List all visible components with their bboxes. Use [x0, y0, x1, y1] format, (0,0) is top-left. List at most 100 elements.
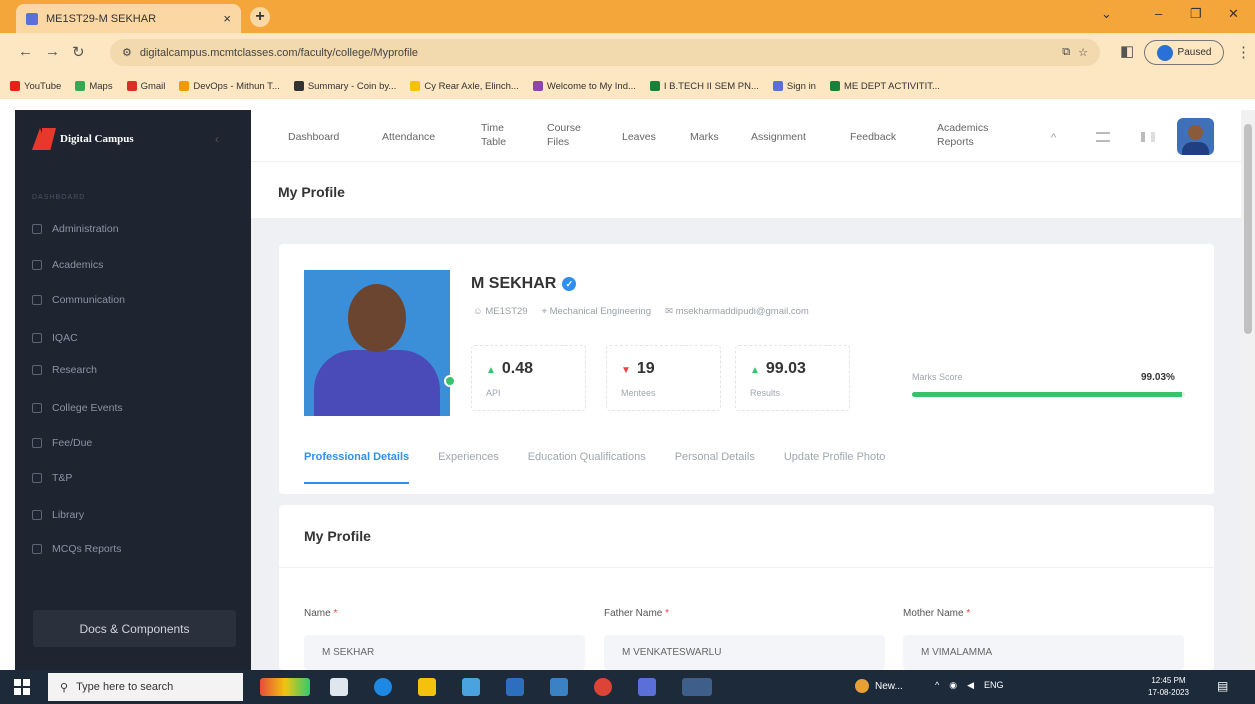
- taskbar-search[interactable]: ⚲ Type here to search: [48, 673, 243, 701]
- taskbar-clock[interactable]: 12:45 PM 17-08-2023: [1148, 675, 1189, 699]
- bookmark-item[interactable]: Sign in: [772, 80, 816, 92]
- bookmark-item[interactable]: DevOps - Mithun T...: [179, 81, 280, 92]
- bookmark-item[interactable]: Cy Rear Axle, Elinch...: [410, 81, 519, 92]
- nav-course-files[interactable]: Course Files: [547, 121, 585, 149]
- sidebar-item-library[interactable]: Library: [32, 509, 84, 521]
- bookmark-label: Sign in: [786, 80, 816, 92]
- tab-search-icon[interactable]: ⌄: [1101, 6, 1112, 22]
- sidebar-item-communication[interactable]: Communication: [32, 294, 125, 306]
- minimize-icon[interactable]: –: [1155, 6, 1162, 21]
- nav-marks[interactable]: Marks: [690, 130, 719, 144]
- bookmark-item[interactable]: YouTube: [10, 81, 61, 92]
- bookmark-item[interactable]: I B.TECH II SEM PN...: [649, 81, 759, 92]
- sidebar-item-college-events[interactable]: College Events: [32, 402, 123, 414]
- tab-update-profile-photo[interactable]: Update Profile Photo: [784, 451, 886, 484]
- task-view-icon[interactable]: [330, 678, 348, 696]
- nav-attendance[interactable]: Attendance: [382, 130, 435, 144]
- nav-dashboard[interactable]: Dashboard: [288, 130, 339, 144]
- volume-icon[interactable]: ◀: [967, 680, 974, 691]
- bookmark-favicon-icon: [10, 81, 20, 91]
- chrome-icon[interactable]: [594, 678, 612, 696]
- sidebar-item-mcqs-reports[interactable]: MCQs Reports: [32, 543, 121, 555]
- clock-time: 12:45 PM: [1151, 676, 1186, 685]
- windows-start-icon[interactable]: [14, 679, 30, 695]
- bookmark-star-icon[interactable]: ☆: [1078, 46, 1088, 59]
- widgets-icon[interactable]: [260, 678, 310, 696]
- store-icon[interactable]: [462, 678, 480, 696]
- app-icon[interactable]: [550, 678, 568, 696]
- network-icon[interactable]: ◉: [949, 680, 957, 691]
- app-icon[interactable]: [638, 678, 656, 696]
- site-info-icon[interactable]: ⚙: [122, 46, 132, 59]
- window-close-icon[interactable]: ✕: [1228, 6, 1239, 22]
- nav-feedback[interactable]: Feedback: [850, 130, 896, 144]
- sidebar-item-label: College Events: [52, 402, 123, 414]
- user-avatar[interactable]: [1177, 118, 1214, 155]
- marks-score-label: Marks Score: [912, 372, 963, 382]
- email[interactable]: ✉ msekharmaddipudi@gmail.com: [665, 306, 809, 317]
- bookmark-label: Gmail: [140, 80, 166, 92]
- bookmark-item[interactable]: Welcome to My Ind...: [532, 81, 636, 92]
- sidebar-item-tp[interactable]: T&P: [32, 472, 72, 484]
- file-explorer-icon[interactable]: [418, 678, 436, 696]
- arrow-up-icon: ▲: [486, 365, 496, 376]
- menu-icon: [32, 295, 42, 305]
- photo-head-shape: [348, 284, 406, 352]
- bookmark-item[interactable]: ME DEPT ACTIVITIT...: [829, 81, 940, 92]
- sidebar-item-research[interactable]: Research: [32, 364, 97, 376]
- sidebar-collapse-icon[interactable]: ‹: [215, 132, 219, 146]
- chrome-active-icon[interactable]: [682, 678, 712, 696]
- browser-menu-icon[interactable]: ⋮: [1236, 43, 1251, 61]
- nav-time-table[interactable]: Time Table: [481, 121, 519, 149]
- reload-icon[interactable]: ↻: [72, 43, 85, 61]
- chevron-up-icon[interactable]: ^: [935, 680, 939, 691]
- scrollbar-thumb[interactable]: [1244, 124, 1252, 334]
- profile-tabs: Professional Details Experiences Educati…: [304, 451, 885, 484]
- tab-experiences[interactable]: Experiences: [438, 451, 499, 484]
- mail-app-icon[interactable]: [506, 678, 524, 696]
- notifications-center-icon[interactable]: ▤: [1217, 679, 1228, 693]
- bookmarks-bar: YouTube Maps Gmail DevOps - Mithun T... Summ…: [0, 73, 1255, 99]
- profile-paused-button[interactable]: Paused: [1144, 40, 1224, 65]
- tab-education-qualifications[interactable]: Education Qualifications: [528, 451, 646, 484]
- sidebar-item-iqac[interactable]: IQAC: [32, 332, 78, 344]
- weather-widget[interactable]: New...: [855, 679, 903, 693]
- notifications-icon[interactable]: [1096, 132, 1110, 142]
- docs-components-button[interactable]: Docs & Components: [33, 610, 236, 647]
- chevron-up-icon[interactable]: ^: [1051, 132, 1065, 144]
- bookmark-item[interactable]: Summary - Coin by...: [293, 81, 396, 92]
- browser-tab[interactable]: ME1ST29-M SEKHAR ×: [16, 4, 241, 33]
- sidebar-item-academics[interactable]: Academics: [32, 259, 103, 271]
- marks-score-progress: [912, 392, 1185, 397]
- sidebar-item-fee-due[interactable]: Fee/Due: [32, 437, 92, 449]
- brand-logo[interactable]: Digital Campus: [32, 128, 134, 150]
- father-name-field[interactable]: M VENKATESWARLU: [604, 635, 885, 670]
- language-indicator[interactable]: ENG: [984, 680, 1004, 691]
- tab-personal-details[interactable]: Personal Details: [675, 451, 755, 484]
- bookmark-item[interactable]: Maps: [75, 81, 113, 92]
- windows-taskbar: ⚲ Type here to search New... ^ ◉ ◀ ENG 1…: [0, 670, 1255, 704]
- edge-icon[interactable]: [374, 678, 392, 696]
- apps-icon[interactable]: [1141, 132, 1155, 142]
- url-text[interactable]: digitalcampus.mcmtclasses.com/faculty/co…: [140, 47, 1054, 59]
- browser-tab-bar: ME1ST29-M SEKHAR × + ⌄ – ❐ ✕: [0, 0, 1255, 33]
- install-app-icon[interactable]: ⧉: [1062, 46, 1070, 59]
- mother-name-field[interactable]: M VIMALAMMA: [903, 635, 1184, 670]
- nav-academics-reports[interactable]: Academics Reports: [937, 121, 1009, 149]
- sidebar-item-administration[interactable]: Administration: [32, 223, 119, 235]
- maximize-icon[interactable]: ❐: [1190, 6, 1202, 22]
- nav-assignment[interactable]: Assignment: [751, 130, 806, 144]
- email-text[interactable]: msekharmaddipudi@gmail.com: [676, 306, 809, 317]
- page-scrollbar[interactable]: [1241, 110, 1255, 670]
- tab-close-icon[interactable]: ×: [223, 11, 231, 26]
- back-icon[interactable]: ←: [18, 43, 33, 60]
- url-bar[interactable]: ⚙ digitalcampus.mcmtclasses.com/faculty/…: [110, 39, 1100, 66]
- search-placeholder[interactable]: Type here to search: [76, 681, 173, 693]
- tab-professional-details[interactable]: Professional Details: [304, 451, 410, 484]
- forward-icon[interactable]: →: [45, 43, 60, 60]
- nav-leaves[interactable]: Leaves: [622, 130, 656, 144]
- name-field[interactable]: M SEKHAR: [304, 635, 585, 670]
- bookmark-item[interactable]: Gmail: [126, 80, 166, 92]
- new-tab-button[interactable]: +: [250, 7, 270, 27]
- sidepanel-icon[interactable]: ◧: [1120, 42, 1134, 60]
